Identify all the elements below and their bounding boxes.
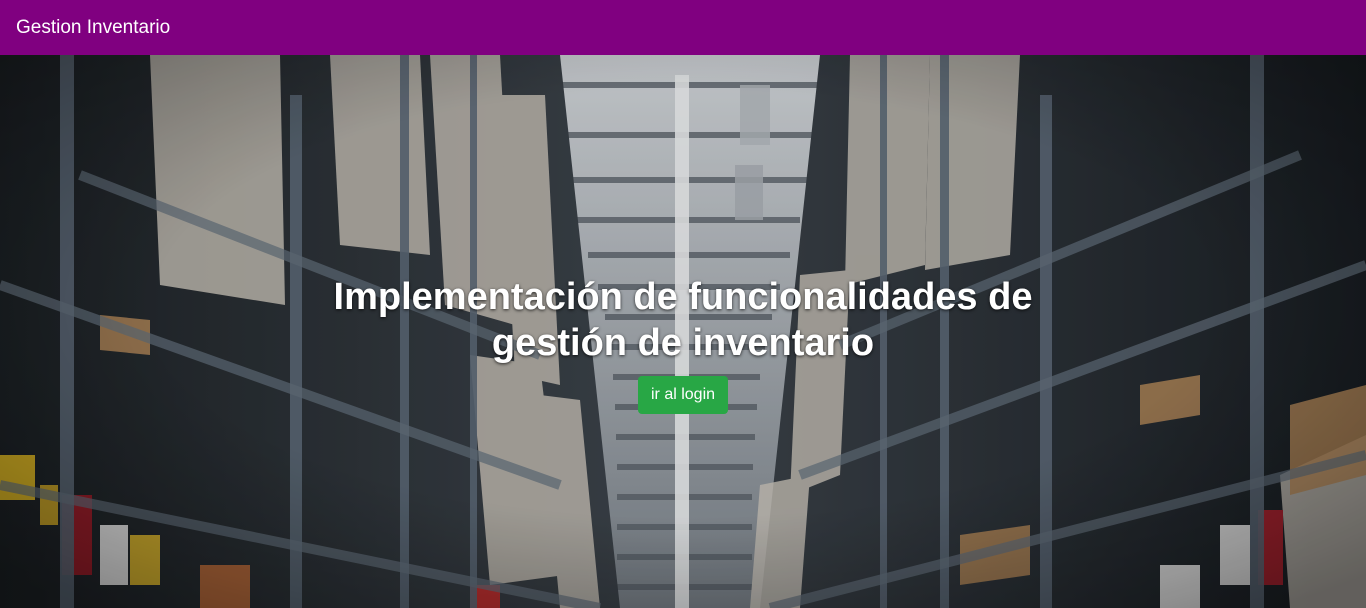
login-button[interactable]: ir al login: [637, 375, 729, 414]
hero-section: Implementación de funcionalidades de ges…: [0, 55, 1366, 608]
brand-link[interactable]: Gestion Inventario: [16, 17, 170, 39]
top-navbar: Gestion Inventario: [0, 0, 1366, 55]
hero-headline: Implementación de funcionalidades de ges…: [333, 275, 1033, 364]
hero-content: Implementación de funcionalidades de ges…: [0, 55, 1366, 608]
